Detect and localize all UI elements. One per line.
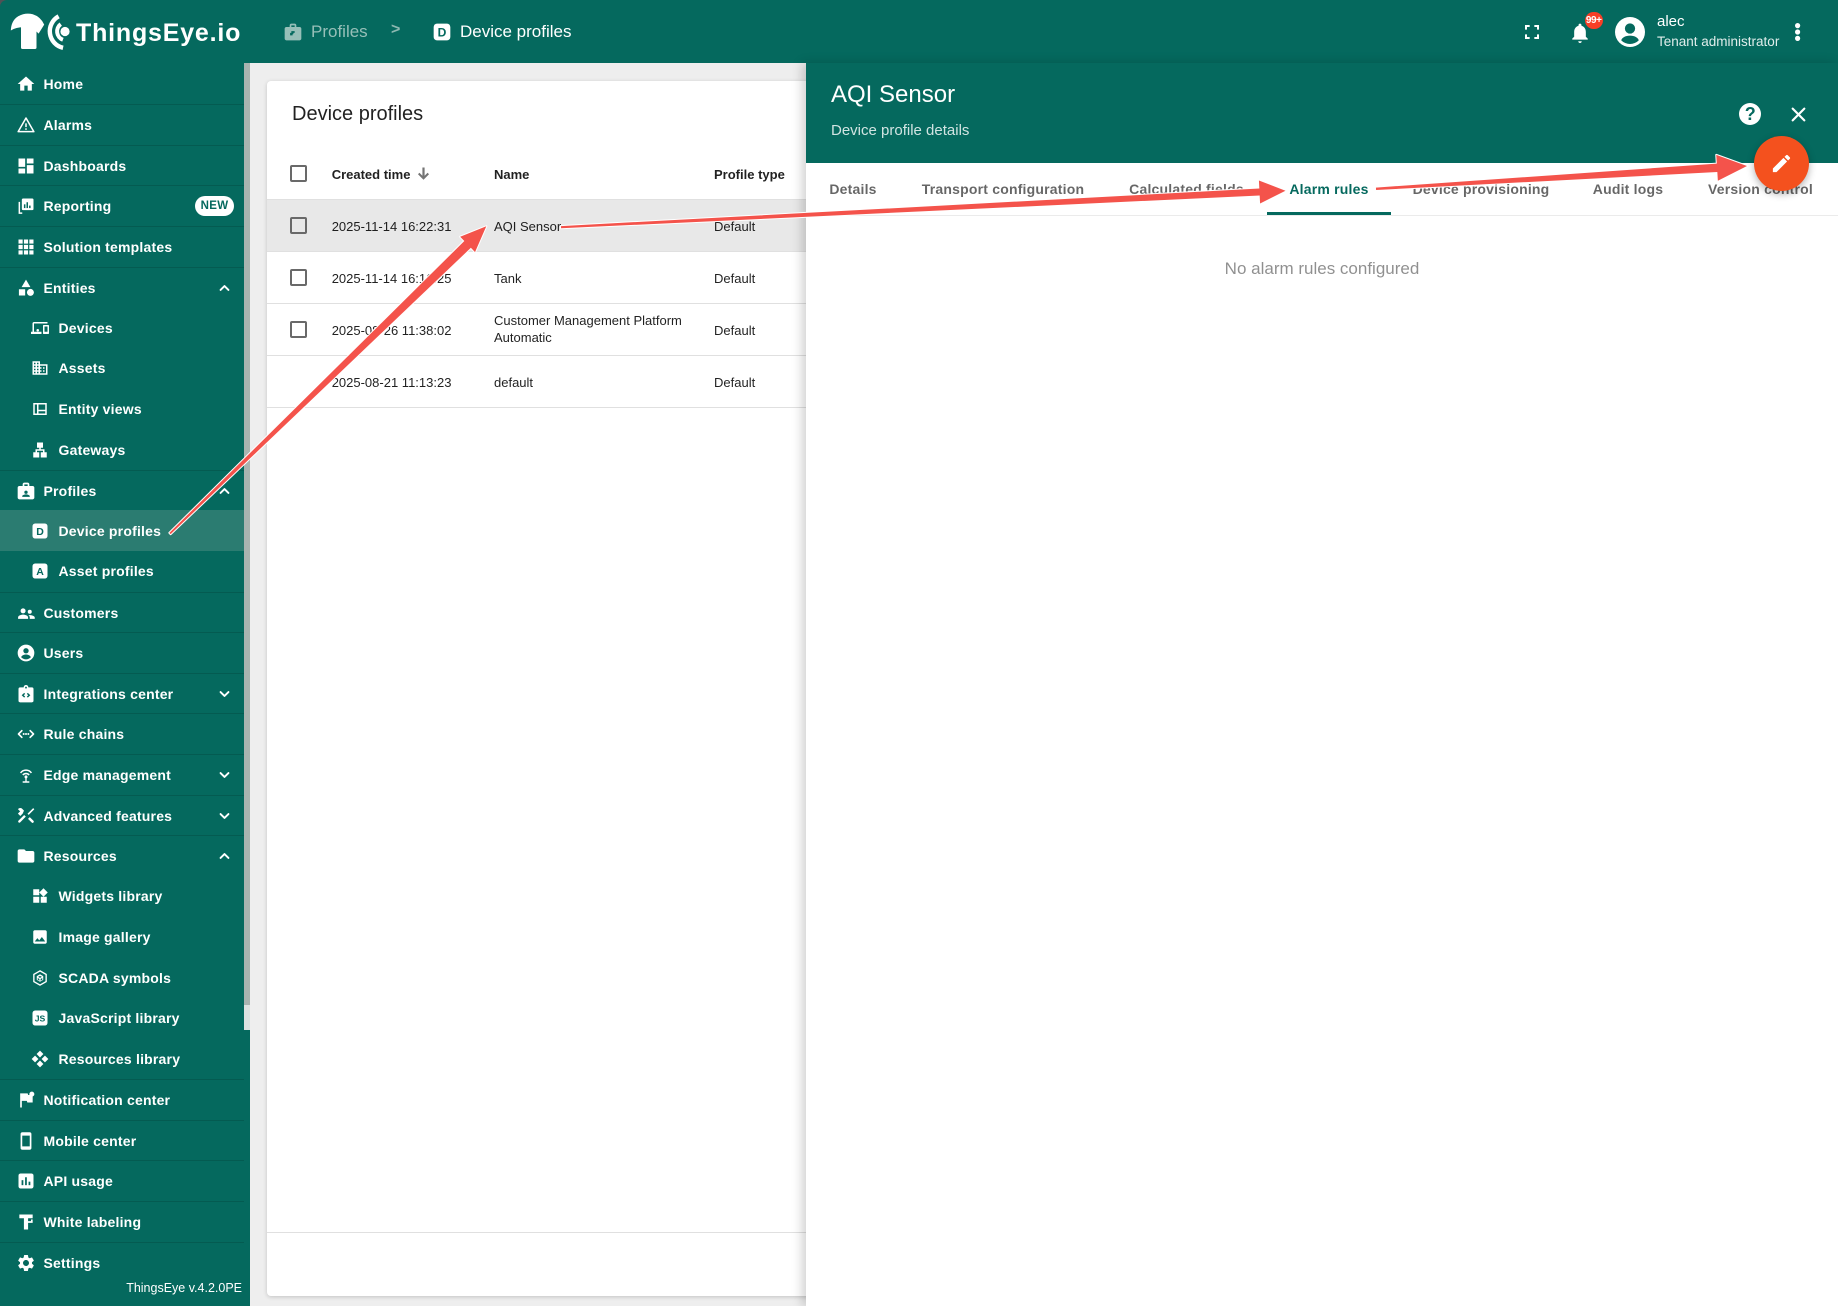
- svg-text:JS: JS: [35, 1014, 46, 1024]
- svg-text:D: D: [36, 526, 44, 538]
- svg-text:D: D: [438, 26, 447, 40]
- svg-text:A: A: [36, 566, 44, 578]
